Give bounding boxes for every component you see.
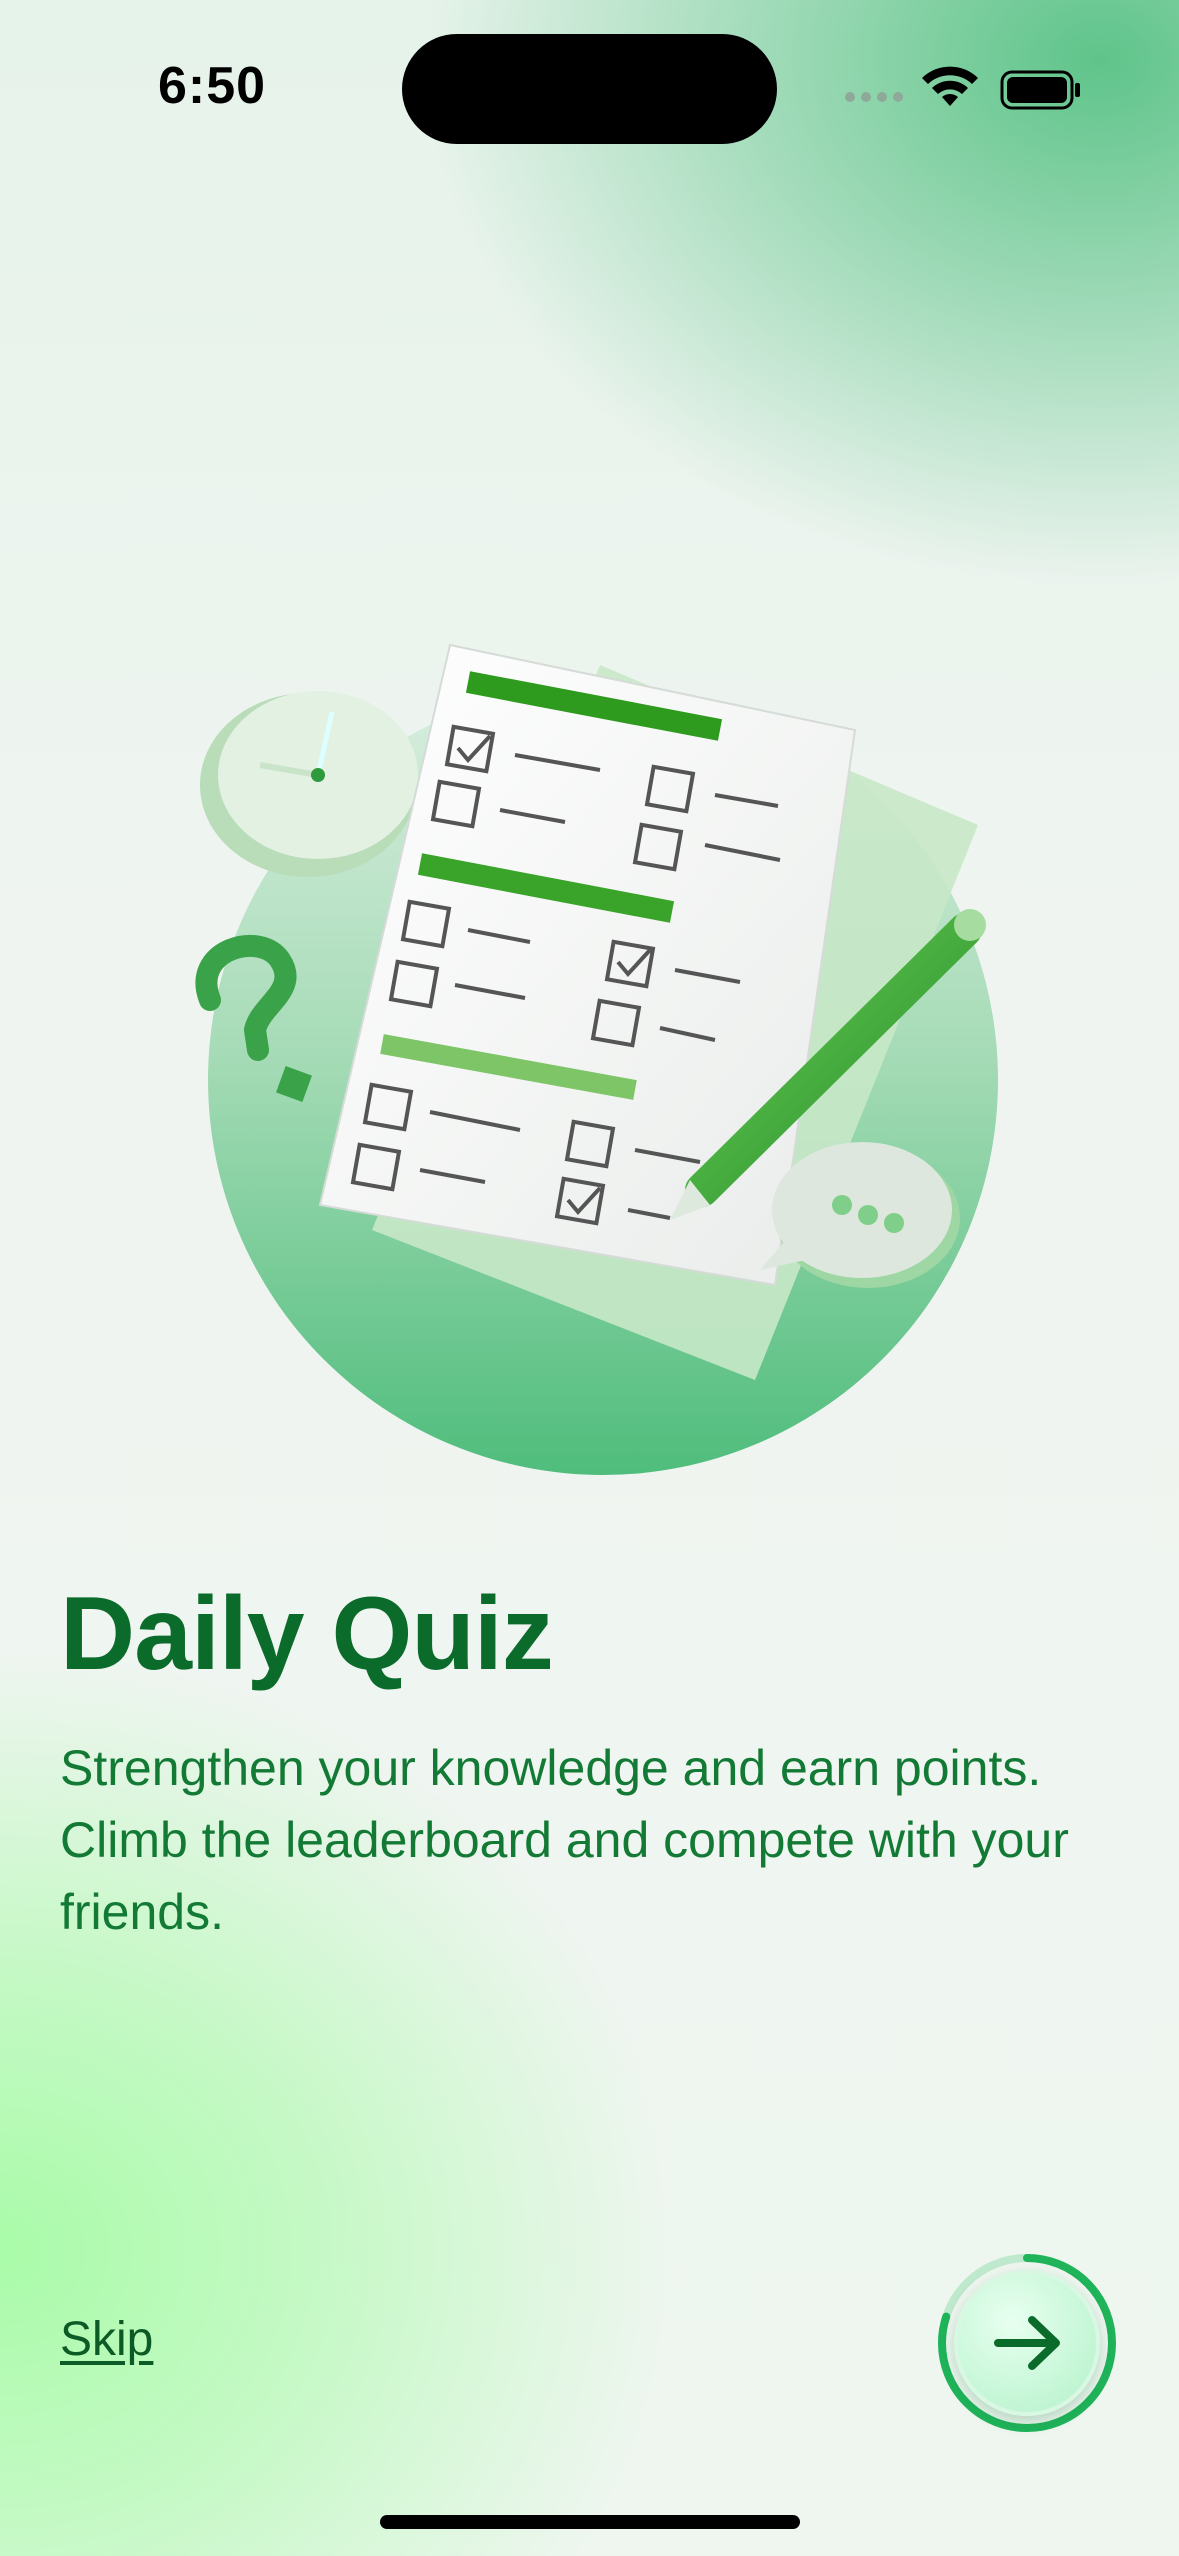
battery-icon [1000, 70, 1080, 110]
arrow-right-icon [994, 2316, 1060, 2370]
skip-button[interactable]: Skip [60, 2312, 153, 2367]
home-indicator[interactable] [380, 2515, 800, 2529]
wifi-icon [922, 66, 978, 106]
next-button[interactable] [954, 2270, 1100, 2416]
page-description: Strengthen your knowledge and earn point… [60, 1740, 1069, 1940]
status-time: 6:50 [158, 57, 267, 115]
page-title: Daily Quiz [60, 1576, 554, 1692]
next-button-container [934, 2250, 1120, 2436]
clock-icon [200, 691, 418, 877]
dynamic-island [402, 34, 777, 144]
quiz-illustration [195, 643, 998, 1475]
cellular-signal-icon [845, 92, 903, 102]
